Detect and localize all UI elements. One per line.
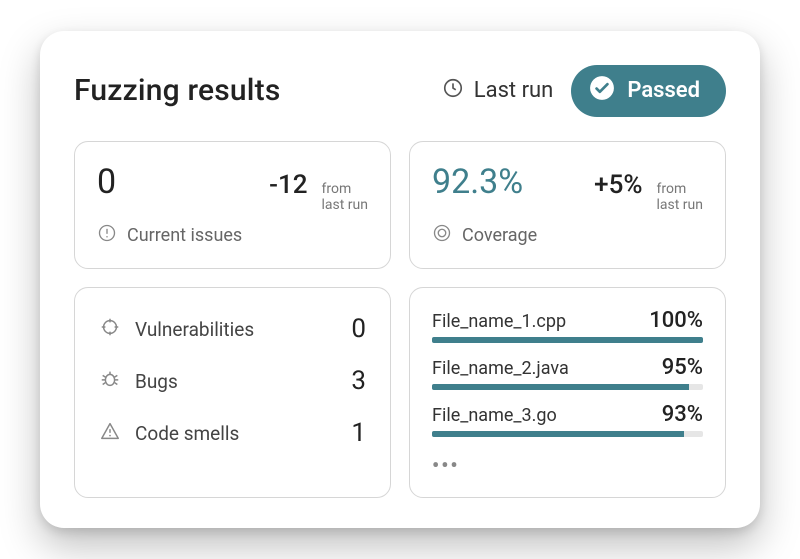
issue-name: Code smells (135, 422, 337, 445)
issues-stat-row: 0 -12 from last run (97, 162, 368, 213)
clock-icon (442, 77, 464, 105)
issues-delta: -12 (269, 170, 307, 200)
progress-track (432, 431, 703, 437)
coverage-label: Coverage (462, 225, 537, 246)
header-right: Last run Passed (442, 65, 726, 117)
progress-track (432, 384, 703, 390)
file-name: File_name_1.cpp (432, 311, 566, 332)
file-pct: 93% (662, 402, 703, 427)
more-files-button[interactable]: ••• (432, 453, 703, 477)
issue-name: Bugs (135, 370, 337, 393)
file-row: File_name_2.java 95% (432, 355, 703, 390)
issue-name: Vulnerabilities (135, 318, 337, 341)
status-badge-label: Passed (627, 78, 700, 103)
issue-count: 1 (351, 418, 366, 448)
file-pct: 95% (662, 355, 703, 380)
target-icon (432, 223, 452, 248)
last-run-label: Last run (474, 78, 554, 103)
panel-header: Fuzzing results Last run P (74, 65, 726, 117)
alert-circle-icon (97, 223, 117, 248)
status-badge: Passed (571, 65, 726, 117)
file-coverage-card: File_name_1.cpp 100% File_name_2.java 95… (409, 287, 726, 498)
warning-triangle-icon (99, 420, 121, 446)
coverage-value: 92.3% (432, 162, 580, 202)
fuzzing-results-panel: Fuzzing results Last run P (40, 31, 760, 528)
issue-count: 0 (351, 314, 366, 344)
coverage-card: 92.3% +5% from last run Coverage (409, 141, 726, 269)
cards-grid: 0 -12 from last run Current issues (74, 141, 726, 498)
file-row: File_name_1.cpp 100% (432, 308, 703, 343)
issue-row-vulnerabilities: Vulnerabilities 0 (99, 314, 366, 344)
issue-row-bugs: Bugs 3 (99, 366, 366, 396)
coverage-stat-row: 92.3% +5% from last run (432, 162, 703, 213)
issues-list: Vulnerabilities 0 Bugs 3 (97, 308, 368, 454)
coverage-label-row: Coverage (432, 223, 703, 248)
issues-value: 0 (97, 162, 255, 202)
coverage-hint: from last run (657, 181, 704, 213)
progress-fill (432, 337, 703, 343)
issues-label: Current issues (127, 225, 242, 246)
issues-label-row: Current issues (97, 223, 368, 248)
panel-title: Fuzzing results (74, 73, 280, 108)
crosshair-icon (99, 316, 121, 342)
issue-count: 3 (351, 366, 366, 396)
last-run-indicator: Last run (442, 77, 554, 105)
current-issues-card: 0 -12 from last run Current issues (74, 141, 391, 269)
file-name: File_name_3.go (432, 405, 557, 426)
file-list: File_name_1.cpp 100% File_name_2.java 95… (432, 308, 703, 477)
bug-icon (99, 368, 121, 394)
file-row: File_name_3.go 93% (432, 402, 703, 437)
issue-row-code-smells: Code smells 1 (99, 418, 366, 448)
progress-fill (432, 431, 684, 437)
issues-breakdown-card: Vulnerabilities 0 Bugs 3 (74, 287, 391, 498)
check-circle-icon (589, 75, 615, 107)
file-name: File_name_2.java (432, 358, 569, 379)
coverage-delta: +5% (594, 170, 642, 200)
issues-hint: from last run (322, 181, 369, 213)
progress-track (432, 337, 703, 343)
file-pct: 100% (649, 308, 703, 333)
progress-fill (432, 384, 689, 390)
